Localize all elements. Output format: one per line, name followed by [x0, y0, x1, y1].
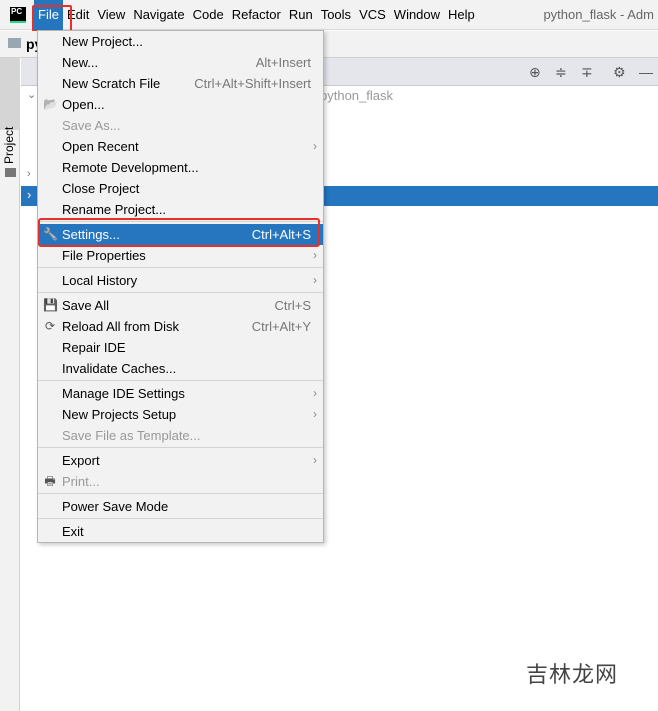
menu-item-save-as[interactable]: Save As... [38, 115, 323, 136]
menu-item-export[interactable]: Export › [38, 450, 323, 471]
menu-item-label: Remote Development... [62, 160, 199, 175]
minimize-icon[interactable]: — [639, 64, 653, 80]
submenu-arrow-icon: › [313, 386, 317, 400]
menu-item-invalidate-caches[interactable]: Invalidate Caches... [38, 358, 323, 379]
menu-item-label: Export [62, 453, 100, 468]
chevron-right-icon[interactable]: › [27, 168, 31, 180]
menu-item-shortcut: Alt+Insert [255, 55, 311, 70]
menu-item-label: Invalidate Caches... [62, 361, 177, 376]
menu-item-shortcut: Ctrl+Alt+Y [251, 319, 311, 334]
submenu-arrow-icon: › [313, 273, 317, 287]
menu-item-print[interactable]: 🖶 Print... [38, 471, 323, 492]
menu-item-label: Local History [62, 273, 138, 288]
menu-item-label: Save File as Template... [62, 428, 201, 443]
annotation-box-settings [38, 218, 320, 247]
menu-item-file-properties[interactable]: File Properties › [38, 245, 323, 266]
submenu-arrow-icon: › [313, 248, 317, 262]
menu-navigate[interactable]: Navigate [129, 0, 188, 30]
locate-icon[interactable]: ⊕ [529, 64, 541, 81]
menu-vcs[interactable]: VCS [355, 0, 390, 30]
menu-bar: PC File Edit View Navigate Code Refactor Run To… [0, 0, 658, 30]
menu-item-label: Open... [62, 97, 105, 112]
folder-open-icon: 📂 [43, 97, 58, 111]
folder-icon [8, 38, 21, 48]
menu-item-rename-project[interactable]: Rename Project... [38, 199, 323, 220]
reload-icon: ⟳ [44, 319, 56, 333]
menu-window[interactable]: Window [390, 0, 444, 30]
menu-item-label: File Properties [62, 248, 146, 263]
menu-code[interactable]: Code [189, 0, 228, 30]
menu-refactor[interactable]: Refactor [228, 0, 285, 30]
file-menu: New Project... New... Alt+Insert New Scratc… [37, 30, 324, 543]
menu-item-shortcut: Ctrl+Alt+Shift+Insert [194, 76, 311, 91]
menu-item-shortcut: Ctrl+S [274, 298, 311, 313]
folder-icon [5, 168, 16, 177]
menu-item-label: Open Recent [62, 139, 139, 154]
project-tool-label[interactable]: Project [2, 114, 16, 164]
print-icon: 🖶 [44, 474, 56, 488]
submenu-arrow-icon: › [313, 453, 317, 467]
menu-item-label: Power Save Mode [62, 499, 169, 514]
menu-item-label: Close Project [62, 181, 140, 196]
menu-item-new-projects-setup[interactable]: New Projects Setup › [38, 404, 323, 425]
menu-item-power-save-mode[interactable]: Power Save Mode [38, 496, 323, 517]
menu-item-label: New Scratch File [62, 76, 161, 91]
collapse-all-icon[interactable]: ∓ [581, 64, 593, 81]
menu-item-new-scratch-file[interactable]: New Scratch File Ctrl+Alt+Shift+Insert [38, 73, 323, 94]
menu-item-repair-ide[interactable]: Repair IDE [38, 337, 323, 358]
menu-item-label: Manage IDE Settings [62, 386, 185, 401]
expand-all-icon[interactable]: ≑ [555, 64, 567, 81]
menu-item-label: New Project... [62, 34, 143, 49]
menu-item-label: Print... [62, 474, 100, 489]
submenu-arrow-icon: › [313, 139, 317, 153]
menu-item-label: Rename Project... [62, 202, 167, 217]
menu-item-save-file-as-template[interactable]: Save File as Template... [38, 425, 323, 446]
chevron-right-icon[interactable]: › [27, 187, 31, 202]
menu-item-label: Reload All from Disk [62, 319, 180, 334]
submenu-arrow-icon: › [313, 407, 317, 421]
menu-item-open-recent[interactable]: Open Recent › [38, 136, 323, 157]
pycharm-logo: PC [10, 6, 26, 23]
menu-help[interactable]: Help [444, 0, 479, 30]
tool-window-stripe: Project [0, 58, 20, 711]
menu-item-manage-ide-settings[interactable]: Manage IDE Settings › [38, 383, 323, 404]
window-title: python_flask - Adm [543, 7, 654, 22]
watermark: 吉林龙网 [525, 662, 618, 687]
menu-item-label: New... [62, 55, 99, 70]
save-icon: 💾 [43, 298, 58, 312]
annotation-box-file [32, 5, 72, 32]
menu-item-remote-development[interactable]: Remote Development... [38, 157, 323, 178]
menu-item-label: Save All [62, 298, 109, 313]
menu-view[interactable]: View [93, 0, 129, 30]
menu-item-local-history[interactable]: Local History › [38, 270, 323, 291]
menu-item-open[interactable]: 📂 Open... [38, 94, 323, 115]
menu-tools[interactable]: Tools [317, 0, 355, 30]
chevron-down-icon[interactable]: ⌄ [27, 88, 36, 101]
menu-run[interactable]: Run [285, 0, 317, 30]
root-path: python_flask [320, 88, 393, 103]
menu-item-label: Exit [62, 524, 84, 539]
menu-item-close-project[interactable]: Close Project [38, 178, 323, 199]
menu-item-exit[interactable]: Exit [38, 521, 323, 542]
menu-item-new-project[interactable]: New Project... [38, 31, 323, 52]
menu-item-label: Repair IDE [62, 340, 126, 355]
gear-icon[interactable]: ⚙ [613, 64, 626, 81]
menu-item-save-all[interactable]: 💾 Save All Ctrl+S [38, 295, 323, 316]
menu-item-label: New Projects Setup [62, 407, 177, 422]
menu-item-reload-all-from-disk[interactable]: ⟳ Reload All from Disk Ctrl+Alt+Y [38, 316, 323, 337]
menu-item-new[interactable]: New... Alt+Insert [38, 52, 323, 73]
menu-item-label: Save As... [62, 118, 121, 133]
